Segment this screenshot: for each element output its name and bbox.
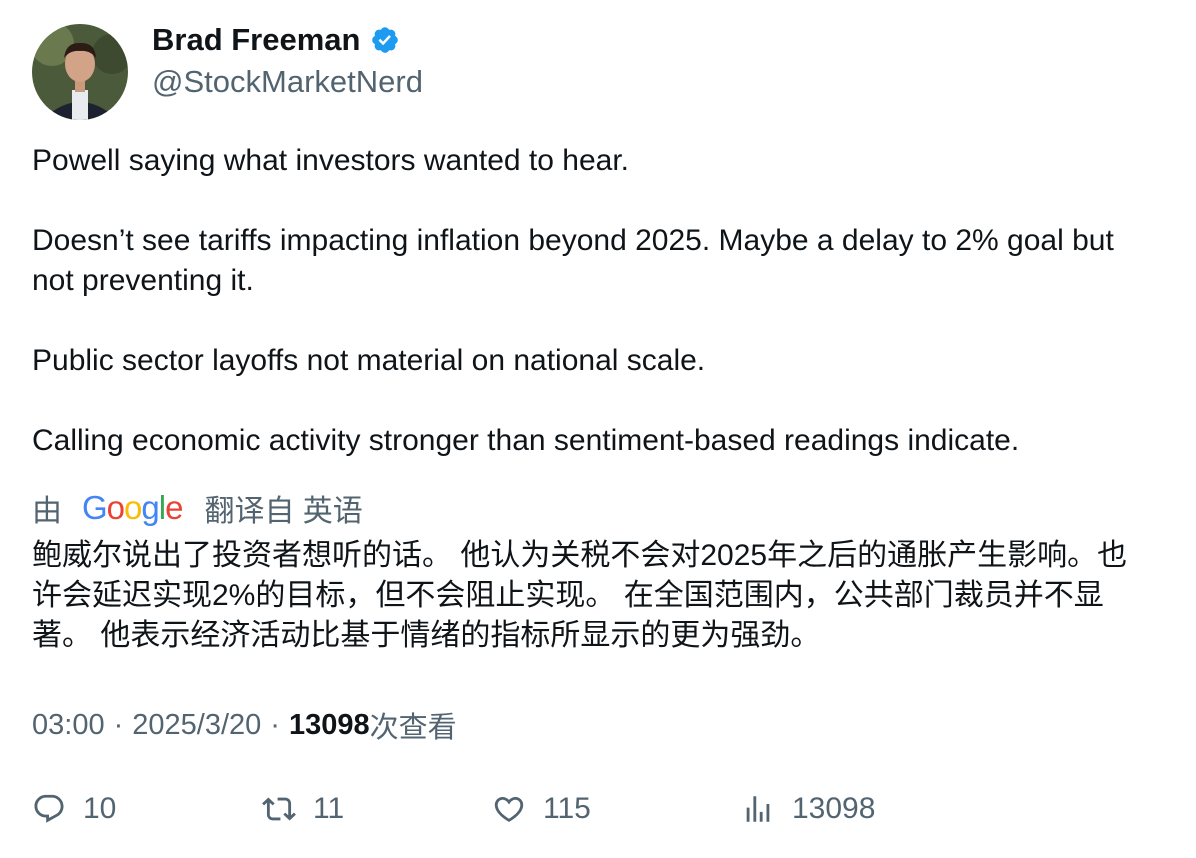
meta-separator: · [270,708,280,741]
author-handle[interactable]: @StockMarketNerd [152,64,423,100]
retweet-button[interactable]: 11 [262,792,344,826]
tweet-date[interactable]: 2025/3/20 [132,709,261,742]
author-name[interactable]: Brad Freeman [152,22,360,58]
reply-icon [34,794,64,823]
tweet-time[interactable]: 03:00 [32,709,105,742]
tweet-paragraph: Public sector layoffs not material on na… [32,344,706,377]
tweet-paragraph: Calling economic activity stronger than … [32,424,1020,457]
views-count-action: 13098 [792,792,876,825]
verified-badge-icon [370,25,400,55]
retweet-count: 11 [313,792,345,825]
like-count: 115 [543,792,591,825]
reply-count: 10 [83,792,117,825]
heart-icon [494,796,524,822]
analytics-icon [746,796,770,822]
tweet-text: Powell saying what investors wanted to h… [32,141,1162,461]
translated-text: 鲍威尔说出了投资者想听的话。 他认为关税不会对2025年之后的通胀产生影响。也许… [32,539,1128,652]
translated-from-label: 翻译自 英语 [204,495,363,528]
translated-by-prefix: 由 [32,495,62,528]
tweet-paragraph: Powell saying what investors wanted to h… [32,144,629,177]
google-logo: Google [82,489,183,526]
views-count: 13098 [288,708,370,741]
like-button[interactable]: 115 [492,792,591,826]
meta-separator: · [113,708,124,741]
retweet-icon [262,797,296,821]
tweet-meta: 03:00 · 2025/3/20 · 13098 次查看 [32,704,457,746]
tweet-paragraph: Doesn’t see tariffs impacting inflation … [32,224,1114,297]
views-label: 次查看 [369,712,457,744]
reply-button[interactable]: 10 [32,792,116,826]
views-button[interactable]: 13098 [741,792,875,826]
avatar[interactable] [32,24,128,120]
translated-by-row[interactable]: 由 Google 翻译自 英语 [32,487,363,529]
action-bar: 10 11 115 13098 [0,792,1196,832]
